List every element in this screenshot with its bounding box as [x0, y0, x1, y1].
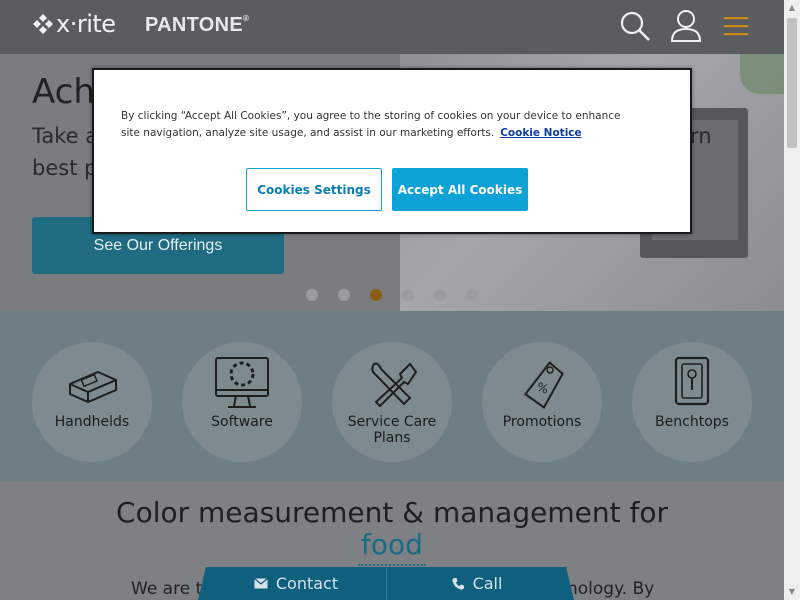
carousel-dot[interactable] — [434, 289, 446, 301]
call-button[interactable]: Call — [386, 567, 566, 600]
sticky-contact-bar: Contact Call — [198, 567, 574, 600]
category-service-care-plans[interactable]: Service Care Plans — [332, 342, 452, 462]
monitor-icon — [215, 357, 269, 408]
contact-label: Contact — [275, 574, 339, 593]
pantone-logo-text: PANTONE — [145, 14, 244, 36]
accept-all-cookies-button[interactable]: Accept All Cookies — [392, 168, 528, 211]
site-header: x·rite PANTONE® — [0, 0, 784, 54]
scroll-down-arrow-icon[interactable]: ▼ — [784, 584, 800, 600]
pantone-logo[interactable]: PANTONE® — [145, 14, 249, 37]
carousel-dot[interactable] — [306, 289, 318, 301]
handheld-device-icon — [69, 370, 117, 404]
carousel-dot[interactable] — [338, 289, 350, 301]
category-label: Service Care Plans — [347, 414, 437, 446]
hero-subtitle-line1: Take a — [32, 124, 99, 148]
scroll-up-arrow-icon[interactable]: ▲ — [784, 0, 800, 16]
svg-text:%: % — [535, 380, 551, 397]
category-handhelds[interactable]: Handhelds — [32, 342, 152, 462]
hero-plant-decoration — [740, 54, 784, 94]
xrite-mark-icon — [33, 14, 53, 34]
page-scrollbar[interactable]: ▲ ▼ — [784, 0, 800, 600]
carousel-dot[interactable] — [466, 289, 478, 301]
user-icon[interactable] — [669, 8, 703, 44]
xrite-logo-text: x·rite — [56, 10, 116, 38]
carousel-dot-active[interactable] — [370, 289, 382, 301]
cookies-settings-button[interactable]: Cookies Settings — [246, 168, 382, 211]
pantone-registered-mark: ® — [243, 14, 250, 23]
category-benchtops[interactable]: Benchtops — [632, 342, 752, 462]
xrite-logo[interactable]: x·rite — [32, 10, 116, 38]
tools-icon — [371, 362, 418, 408]
category-label: Handhelds — [54, 414, 130, 430]
carousel-dot[interactable] — [402, 289, 414, 301]
search-icon[interactable] — [618, 9, 652, 43]
hamburger-menu-icon[interactable] — [722, 14, 750, 38]
intro-highlight-underline — [358, 564, 426, 566]
cookie-notice-link[interactable]: Cookie Notice — [500, 127, 581, 139]
category-label: Benchtops — [655, 414, 729, 430]
contact-button[interactable]: Contact — [206, 567, 386, 600]
category-label: Promotions — [502, 414, 582, 430]
hero-subtitle-line1-end: rn — [690, 124, 712, 148]
category-label: Software — [211, 414, 273, 430]
cookie-consent-dialog: By clicking “Accept All Cookies”, you ag… — [92, 68, 692, 234]
cookie-consent-text: By clicking “Accept All Cookies”, you ag… — [121, 108, 641, 142]
carousel-pagination — [306, 289, 478, 301]
call-label: Call — [472, 574, 503, 593]
intro-heading: Color measurement & management for — [116, 496, 668, 529]
benchtop-device-icon — [674, 356, 710, 406]
category-software[interactable]: Software — [182, 342, 302, 462]
intro-body-end: nology. By — [567, 579, 655, 599]
category-promotions[interactable]: % Promotions — [482, 342, 602, 462]
price-tag-icon: % — [523, 361, 564, 409]
intro-heading-highlight: food — [361, 528, 423, 561]
phone-icon — [451, 577, 464, 590]
scrollbar-thumb[interactable] — [787, 18, 797, 148]
envelope-icon — [253, 578, 268, 589]
